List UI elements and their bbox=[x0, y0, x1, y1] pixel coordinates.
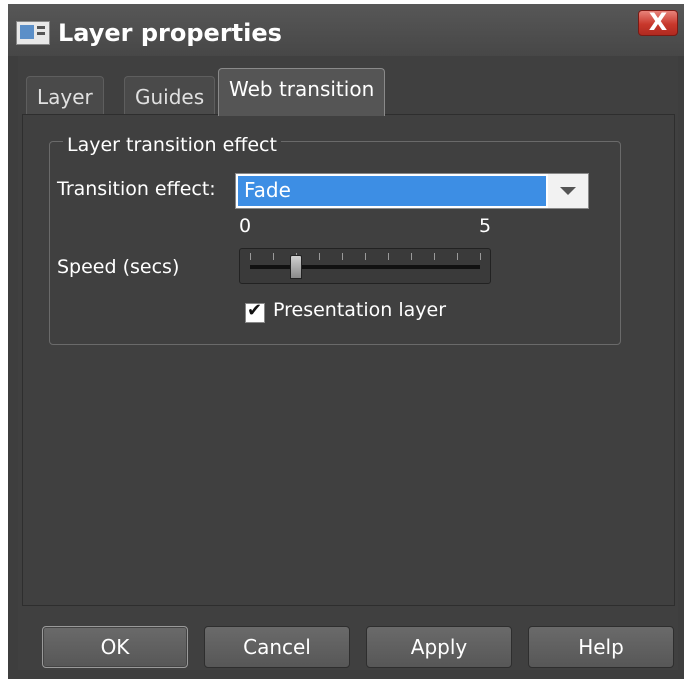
speed-min-label: 0 bbox=[239, 215, 252, 237]
slider-tick bbox=[434, 253, 435, 260]
tab-panel-web-transition: Layer transition effect Transition effec… bbox=[22, 114, 675, 606]
presentation-layer-label: Presentation layer bbox=[273, 299, 447, 321]
ok-button[interactable]: OK bbox=[42, 626, 188, 668]
slider-tick bbox=[342, 253, 343, 260]
dialog-content: Layer Guides Web transition Layer transi… bbox=[18, 56, 678, 670]
slider-thumb[interactable] bbox=[290, 255, 302, 279]
transition-effect-value: Fade bbox=[238, 176, 546, 206]
tab-layer[interactable]: Layer bbox=[26, 76, 104, 116]
transition-effect-label: Transition effect: bbox=[57, 178, 216, 200]
slider-tick bbox=[457, 253, 458, 260]
presentation-layer-checkbox[interactable]: ✔ bbox=[245, 300, 265, 323]
tab-web-transition[interactable]: Web transition bbox=[218, 68, 386, 116]
app-window-icon bbox=[16, 21, 50, 45]
close-icon: X bbox=[648, 8, 668, 36]
transition-effect-select[interactable]: Fade bbox=[235, 173, 589, 209]
help-button[interactable]: Help bbox=[528, 626, 674, 668]
group-legend: Layer transition effect bbox=[63, 134, 281, 156]
close-button[interactable]: X bbox=[638, 8, 678, 36]
tab-guides[interactable]: Guides bbox=[124, 76, 216, 116]
check-icon: ✔ bbox=[247, 300, 263, 321]
speed-slider[interactable] bbox=[239, 248, 491, 284]
layer-properties-dialog: Layer properties X Layer Guides Web tran… bbox=[8, 4, 684, 679]
slider-tick bbox=[273, 253, 274, 260]
chevron-down-icon bbox=[560, 187, 576, 195]
slider-tick bbox=[411, 253, 412, 260]
slider-tick bbox=[319, 253, 320, 260]
slider-groove bbox=[250, 265, 480, 269]
slider-tick bbox=[365, 253, 366, 260]
cancel-button[interactable]: Cancel bbox=[204, 626, 350, 668]
slider-tick bbox=[388, 253, 389, 260]
dialog-title: Layer properties bbox=[58, 19, 282, 47]
slider-tick bbox=[480, 253, 481, 260]
title-bar[interactable]: Layer properties X bbox=[8, 4, 684, 56]
dropdown-arrow-button[interactable] bbox=[548, 174, 588, 208]
slider-tick bbox=[250, 253, 251, 260]
apply-button[interactable]: Apply bbox=[366, 626, 512, 668]
speed-max-label: 5 bbox=[479, 215, 492, 237]
speed-label: Speed (secs) bbox=[57, 256, 180, 278]
